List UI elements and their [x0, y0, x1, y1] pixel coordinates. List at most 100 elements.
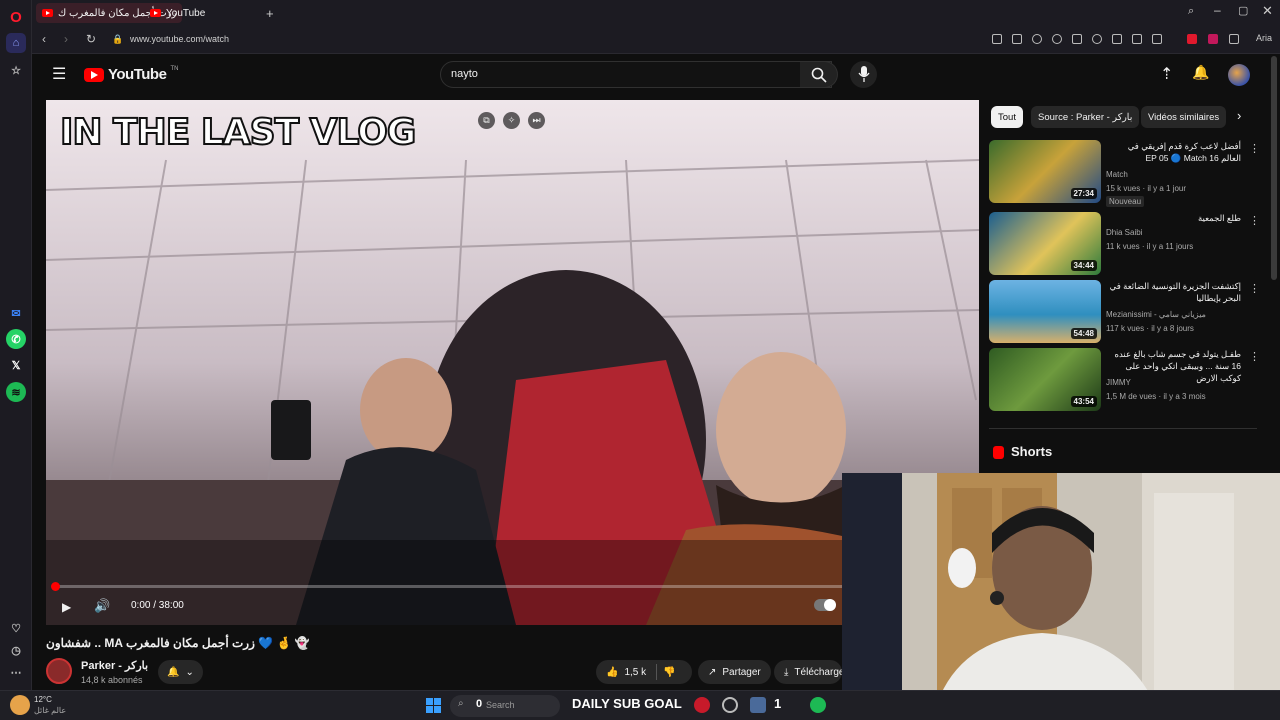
rec-title[interactable]: إكتشفت الجزيرة التونسية الضائعة في البحر… [1106, 280, 1241, 304]
address-bar: ‹ › ↻ 🔒 www.youtube.com/watch Aria [32, 26, 1280, 54]
hamburger-menu-icon[interactable]: ☰ [52, 64, 66, 84]
download-icon[interactable] [1112, 34, 1122, 44]
more-options-icon[interactable]: ⋮ [1249, 282, 1260, 295]
video-thumbnail[interactable]: 27:34 [989, 140, 1101, 203]
youtube-header: ☰ YouTube TN nayto ✕ ⇡ 🔔 [32, 54, 1272, 96]
rec-channel[interactable]: Mezianissimi - ميزياني سامي [1106, 310, 1206, 319]
minimize-icon[interactable]: – [1214, 3, 1221, 17]
x-twitter-icon[interactable]: 𝕏 [6, 355, 26, 375]
search-input[interactable]: nayto ✕ [440, 61, 832, 88]
video-thumbnail[interactable]: 34:44 [989, 212, 1101, 275]
avatar[interactable] [1228, 64, 1250, 86]
list-item[interactable]: 34:44 طلع الجمعية Dhia Saibi 11 k vues ·… [989, 212, 1260, 278]
play-icon[interactable]: ▶ [62, 600, 71, 614]
list-item[interactable]: 43:54 طفـل يتولد في جسم شاب بالغ عنده 16… [989, 348, 1260, 414]
autoplay-toggle[interactable] [814, 599, 836, 611]
opera-logo-icon[interactable]: O [6, 7, 26, 27]
like-button[interactable]: 👍 1,5 k 👎 [596, 660, 692, 684]
close-window-icon[interactable]: ✕ [1262, 3, 1273, 19]
share-button[interactable]: ↗ Partager [698, 660, 771, 684]
video-thumbnail[interactable]: 43:54 [989, 348, 1101, 411]
miniplayer-icon[interactable]: ⧉ [478, 112, 495, 129]
steam-icon[interactable] [750, 697, 766, 713]
messenger-icon[interactable]: ✉ [6, 303, 26, 323]
shield-icon[interactable] [1032, 34, 1042, 44]
back-icon[interactable]: ‹ [42, 32, 46, 46]
obs-icon[interactable] [722, 697, 738, 713]
chip-source[interactable]: Source : Parker - باركر [1031, 106, 1140, 128]
list-item[interactable]: 27:34 أفضل لاعب كرة قدم إفريقي في العالم… [989, 140, 1260, 207]
url-field[interactable]: www.youtube.com/watch [130, 34, 229, 44]
microphone-icon [858, 66, 870, 82]
menu-lines-icon[interactable] [1132, 34, 1142, 44]
rec-title[interactable]: أفضل لاعب كرة قدم إفريقي في العالم EP 05… [1106, 140, 1241, 164]
rec-channel[interactable]: JIMMY [1106, 378, 1131, 387]
notifications-icon[interactable]: 🔔 [1192, 64, 1209, 81]
extension-icon[interactable] [1208, 34, 1218, 44]
tab-search-icon[interactable]: ⌕ [1188, 5, 1194, 18]
player-icon[interactable] [1072, 34, 1082, 44]
voice-search-button[interactable] [850, 61, 877, 88]
ai-enhance-icon[interactable]: ✧ [503, 112, 520, 129]
skip-icon[interactable]: ⏭ [528, 112, 545, 129]
more-icon[interactable]: ⋯ [6, 662, 26, 682]
rec-channel[interactable]: Match [1106, 170, 1128, 179]
cube-icon[interactable] [1229, 34, 1239, 44]
channel-avatar[interactable] [46, 658, 72, 684]
windows-start-icon[interactable] [426, 698, 441, 713]
more-options-icon[interactable]: ⋮ [1249, 142, 1260, 155]
volume-icon[interactable]: 🔊 [94, 598, 110, 614]
upload-icon[interactable]: ⇡ [1160, 64, 1173, 84]
edit-icon[interactable] [992, 34, 1002, 44]
subscription-bell-button[interactable]: 🔔 ⌄ [158, 660, 203, 684]
rec-title[interactable]: طلع الجمعية [1106, 212, 1241, 224]
vpn-icon[interactable] [1052, 34, 1062, 44]
taskbar-search[interactable]: ⌕ 0 Search [450, 695, 560, 717]
recommendations-panel: Tout Source : Parker - باركر Vidéos simi… [989, 100, 1269, 480]
chevron-right-icon[interactable]: › [1237, 108, 1241, 123]
profile-ext-icon[interactable] [1152, 34, 1162, 44]
weather-icon[interactable] [10, 695, 30, 715]
video-thumbnail[interactable]: 54:48 [989, 280, 1101, 343]
scrollbar[interactable] [1271, 56, 1277, 280]
chip-all[interactable]: Tout [991, 106, 1023, 128]
divider [989, 428, 1257, 429]
shorts-heading: Shorts [1011, 444, 1053, 459]
history-icon[interactable]: ◷ [6, 640, 26, 660]
maximize-icon[interactable]: ▢ [1238, 4, 1248, 17]
adblock-icon[interactable] [1187, 34, 1197, 44]
search-placeholder: Search [486, 700, 515, 710]
thumbs-down-icon[interactable]: 👎 [663, 667, 675, 678]
heart-ext-icon[interactable] [1092, 34, 1102, 44]
country-code: TN [170, 65, 179, 72]
progress-bar[interactable] [54, 585, 971, 588]
spotify-icon[interactable]: ≋ [6, 382, 26, 402]
more-options-icon[interactable]: ⋮ [1249, 214, 1260, 227]
rec-meta: 15 k vues · il y a 1 jour [1106, 184, 1187, 193]
channel-name[interactable]: Parker - باركر [81, 659, 148, 672]
download-button[interactable]: ⤓ Télécharger [774, 660, 842, 684]
youtube-logo[interactable]: YouTube TN [84, 66, 178, 83]
rec-meta: 11 k vues · il y a 11 jours [1106, 242, 1194, 251]
aria-button[interactable]: Aria [1256, 33, 1272, 43]
sub-goal-text: DAILY SUB GOAL [572, 696, 682, 711]
bookmarks-icon[interactable]: ☆ [6, 60, 26, 80]
chip-similar[interactable]: Vidéos similaires [1141, 106, 1227, 128]
reload-icon[interactable]: ↻ [86, 32, 96, 46]
more-options-icon[interactable]: ⋮ [1249, 350, 1260, 363]
whatsapp-icon[interactable]: ✆ [6, 329, 26, 349]
search-button[interactable] [800, 61, 838, 88]
new-tab-button[interactable]: + [260, 3, 280, 23]
progress-scrubber[interactable] [51, 582, 60, 591]
chevron-down-icon: ⌄ [185, 666, 194, 678]
video-player[interactable]: IN THE LAST VLOG ⧉ ✧ ⏭ ▶ 🔊 0:00 / 38:00 [46, 100, 979, 625]
camera-icon[interactable] [1012, 34, 1022, 44]
forward-icon[interactable]: › [64, 32, 68, 46]
rec-channel[interactable]: Dhia Saibi [1106, 228, 1142, 237]
heart-icon[interactable]: ♡ [6, 618, 26, 638]
opera-taskbar-icon[interactable] [694, 697, 710, 713]
spotify-taskbar-icon[interactable] [810, 697, 826, 713]
home-icon[interactable]: ⌂ [6, 33, 26, 53]
tab-youtube[interactable]: YouTube [144, 3, 211, 23]
list-item[interactable]: 54:48 إكتشفت الجزيرة التونسية الضائعة في… [989, 280, 1260, 346]
